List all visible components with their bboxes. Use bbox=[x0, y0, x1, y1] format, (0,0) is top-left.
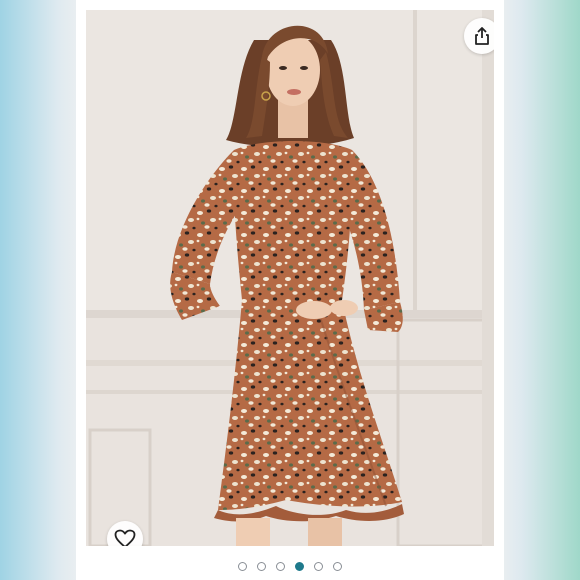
carousel-dot[interactable] bbox=[314, 561, 323, 571]
listing-card bbox=[76, 0, 504, 580]
carousel-dot[interactable] bbox=[257, 561, 266, 571]
share-button[interactable] bbox=[464, 18, 494, 54]
heart-outline-icon bbox=[114, 529, 136, 546]
product-photo[interactable] bbox=[86, 10, 494, 546]
carousel-dot[interactable] bbox=[276, 561, 285, 571]
carousel-dot[interactable] bbox=[333, 561, 342, 571]
share-icon bbox=[475, 27, 489, 45]
carousel-indicators bbox=[76, 559, 504, 573]
carousel-dot[interactable] bbox=[238, 561, 247, 571]
carousel-dot[interactable] bbox=[295, 561, 304, 571]
product-image bbox=[86, 10, 494, 546]
